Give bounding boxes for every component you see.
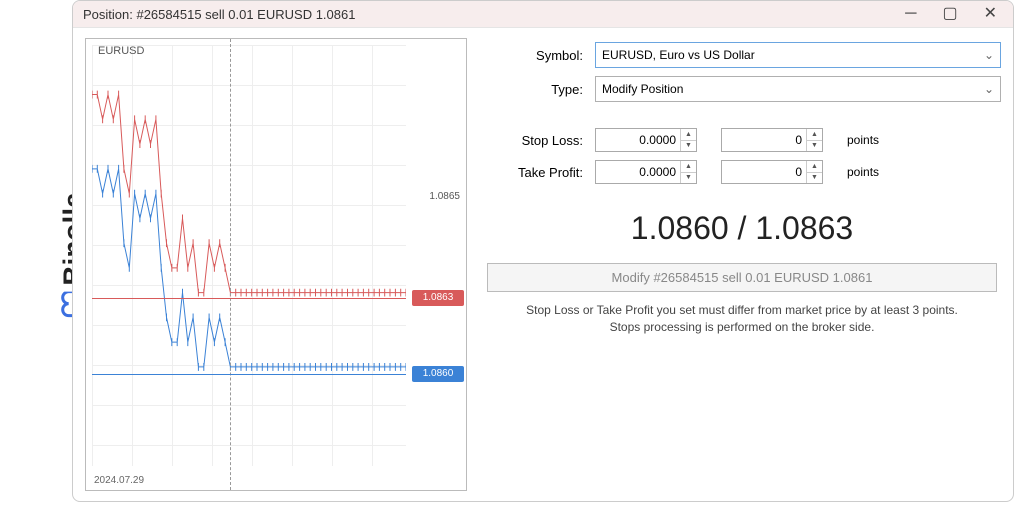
info-text: Stop Loss or Take Profit you set must di… bbox=[483, 302, 1001, 336]
type-label: Type: bbox=[483, 82, 589, 97]
points-unit: points bbox=[847, 133, 879, 147]
position-dialog: Position: #26584515 sell 0.01 EURUSD 1.0… bbox=[72, 0, 1014, 502]
step-up-icon[interactable]: ▲ bbox=[681, 129, 696, 141]
symbol-row: Symbol: EURUSD, Euro vs US Dollar ⌄ bbox=[483, 42, 1001, 68]
price-chart: EURUSD 2024.07.29 1.0865 1.0863 1.0860 bbox=[85, 38, 467, 491]
modify-button[interactable]: Modify #26584515 sell 0.01 EURUSD 1.0861 bbox=[487, 263, 997, 292]
close-icon[interactable]: ✕ bbox=[984, 6, 997, 22]
window-controls: ─ ▢ ✕ bbox=[905, 6, 1007, 22]
chart-bid-tag: 1.0860 bbox=[412, 366, 464, 382]
step-up-icon[interactable]: ▲ bbox=[807, 129, 822, 141]
dialog-content: EURUSD 2024.07.29 1.0865 1.0863 1.0860 S… bbox=[73, 28, 1013, 501]
sl-points-input[interactable] bbox=[722, 132, 806, 148]
chart-cursor-vline bbox=[230, 39, 231, 490]
chart-y-tick: 1.0865 bbox=[429, 191, 460, 202]
type-value: Modify Position bbox=[602, 82, 683, 96]
tp-points-input[interactable] bbox=[722, 164, 806, 180]
window-title: Position: #26584515 sell 0.01 EURUSD 1.0… bbox=[83, 7, 355, 22]
chart-symbol-label: EURUSD bbox=[98, 45, 144, 57]
type-row: Type: Modify Position ⌄ bbox=[483, 76, 1001, 102]
chart-series bbox=[92, 45, 406, 466]
step-down-icon[interactable]: ▼ bbox=[807, 141, 822, 152]
chart-grid bbox=[92, 45, 406, 466]
stop-loss-row: Stop Loss: ▲▼ ▲▼ points bbox=[483, 128, 1001, 152]
bid-ask-quote: 1.0860 / 1.0863 bbox=[483, 210, 1001, 247]
step-down-icon[interactable]: ▼ bbox=[807, 173, 822, 184]
chart-bid-line bbox=[92, 374, 406, 375]
maximize-icon[interactable]: ▢ bbox=[942, 6, 957, 22]
symbol-label: Symbol: bbox=[483, 48, 589, 63]
chart-date-label: 2024.07.29 bbox=[94, 475, 144, 486]
take-profit-row: Take Profit: ▲▼ ▲▼ points bbox=[483, 160, 1001, 184]
step-up-icon[interactable]: ▲ bbox=[681, 161, 696, 173]
chart-ask-line bbox=[92, 298, 406, 299]
sl-points-stepper[interactable]: ▲▼ bbox=[721, 128, 823, 152]
step-down-icon[interactable]: ▼ bbox=[681, 141, 696, 152]
tp-price-stepper[interactable]: ▲▼ bbox=[595, 160, 697, 184]
tp-label: Take Profit: bbox=[483, 165, 589, 180]
symbol-select[interactable]: EURUSD, Euro vs US Dollar ⌄ bbox=[595, 42, 1001, 68]
sl-price-stepper[interactable]: ▲▼ bbox=[595, 128, 697, 152]
chart-ask-tag: 1.0863 bbox=[412, 290, 464, 306]
minimize-icon[interactable]: ─ bbox=[905, 6, 916, 22]
step-up-icon[interactable]: ▲ bbox=[807, 161, 822, 173]
symbol-value: EURUSD, Euro vs US Dollar bbox=[602, 48, 755, 62]
titlebar: Position: #26584515 sell 0.01 EURUSD 1.0… bbox=[73, 1, 1013, 28]
points-unit: points bbox=[847, 165, 879, 179]
tp-points-stepper[interactable]: ▲▼ bbox=[721, 160, 823, 184]
chevron-down-icon: ⌄ bbox=[984, 48, 994, 62]
type-select[interactable]: Modify Position ⌄ bbox=[595, 76, 1001, 102]
step-down-icon[interactable]: ▼ bbox=[681, 173, 696, 184]
order-form: Symbol: EURUSD, Euro vs US Dollar ⌄ Type… bbox=[483, 38, 1001, 491]
tp-price-input[interactable] bbox=[596, 164, 680, 180]
chevron-down-icon: ⌄ bbox=[984, 82, 994, 96]
sl-label: Stop Loss: bbox=[483, 133, 589, 148]
sl-price-input[interactable] bbox=[596, 132, 680, 148]
